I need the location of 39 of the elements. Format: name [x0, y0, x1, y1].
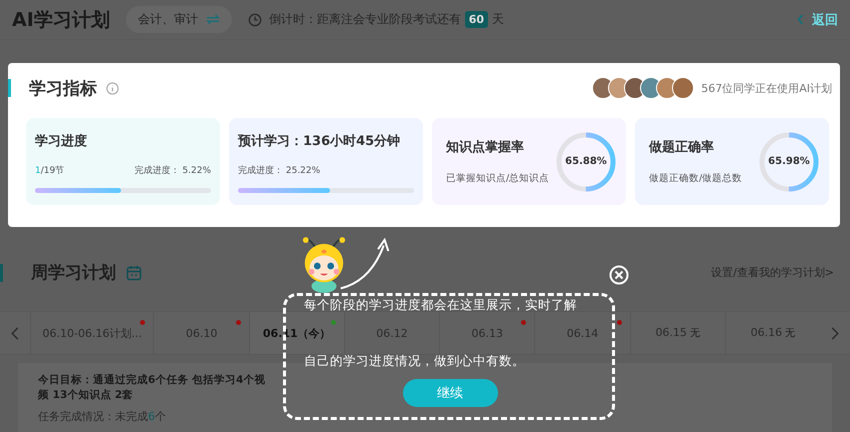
info-icon: [106, 82, 119, 94]
metric-title: 预计学习：136小时45分钟: [238, 133, 402, 150]
section-title: 学习指标: [29, 78, 97, 100]
close-icon: [609, 265, 629, 285]
metric-title: 知识点掌握率: [446, 138, 525, 156]
countdown-label: 倒计时：距离注会专业阶段考试还有: [268, 11, 461, 28]
subject-switch-button[interactable]: 会计、审计: [126, 6, 232, 33]
progress-ring: [554, 130, 618, 194]
guide-text: 每个阶段的学习进度都会在这里展示，实时了解: [304, 297, 577, 313]
percent-value: 65.98%: [767, 156, 811, 166]
chevron-right-icon: [831, 326, 840, 340]
metric-subtitle: 做题正确数/做题总数: [649, 172, 742, 185]
chevron-left-icon: [797, 14, 804, 25]
clock-icon: [248, 12, 262, 26]
metric-title: 做题正确率: [649, 138, 715, 156]
metric-subtitle: 已掌握知识点/总知识点: [446, 172, 550, 185]
progress-ring: [757, 130, 821, 194]
guide-text: 自己的学习进度情况，做到心中有数。: [304, 353, 525, 369]
continue-button[interactable]: 继续: [402, 379, 498, 407]
task-status-text: 任务完成情况：未完成6个: [38, 409, 167, 424]
daily-goal-text: 今日目标：通通过完成6个任务 包括学习4个视频 13个知识点 2套: [38, 373, 266, 403]
swap-icon: [206, 14, 220, 25]
lesson-count: 1/19节: [35, 164, 64, 177]
calendar-icon: [126, 264, 142, 280]
plan-settings-link[interactable]: 设置/查看我的学习计划>: [711, 265, 834, 280]
users-count-text: 567位同学正在使用AI计划: [701, 80, 832, 96]
countdown-days-badge: 60: [464, 11, 488, 28]
metric-title: 学习进度: [35, 132, 88, 150]
progress-text: 完成进度： 25.22%: [238, 164, 320, 177]
back-link[interactable]: 返回: [797, 10, 838, 28]
progress-text: 完成进度： 5.22%: [134, 164, 211, 177]
close-button[interactable]: [609, 265, 629, 285]
percent-value: 65.88%: [564, 156, 608, 166]
chevron-left-icon: [11, 326, 19, 340]
section-title: 周学习计划: [31, 262, 116, 284]
avatar: [672, 77, 694, 99]
page-title: AI学习计划: [12, 8, 110, 32]
countdown-unit: 天: [492, 11, 504, 28]
bee-mascot-drawing: [300, 236, 348, 294]
